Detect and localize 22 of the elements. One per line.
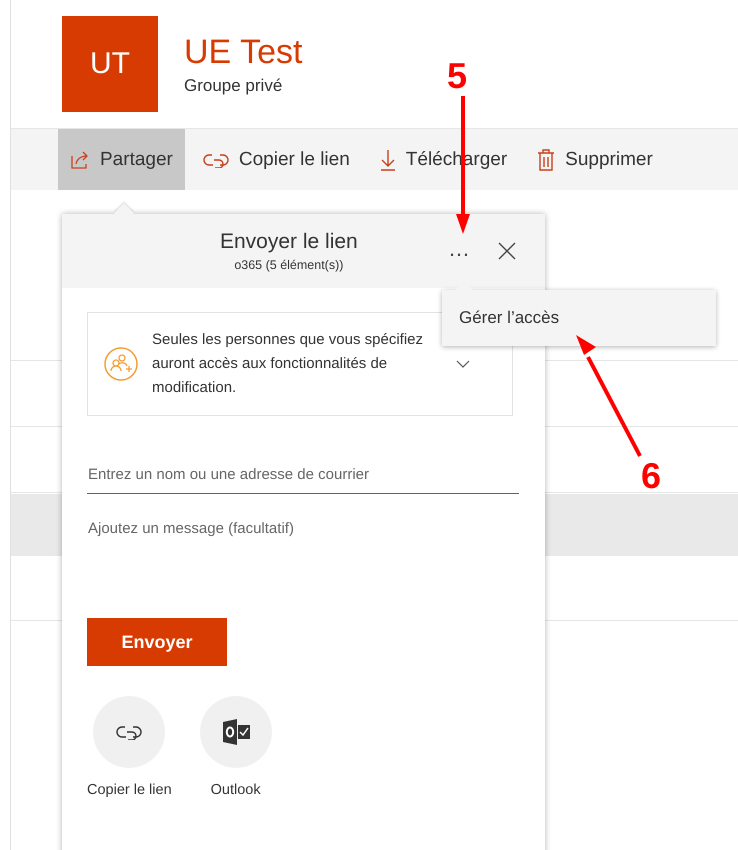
dialog-title: Envoyer le lien <box>220 230 358 254</box>
trash-icon <box>537 148 556 170</box>
dialog-subtitle: o365 (5 élément(s)) <box>234 258 344 272</box>
share-icon <box>70 150 90 170</box>
annotation-number: 5 <box>447 58 468 94</box>
chevron-down-icon <box>456 360 470 368</box>
toolbar-button[interactable]: Supprimer <box>525 129 665 190</box>
link-icon <box>116 724 142 740</box>
more-button[interactable]: … <box>444 236 474 262</box>
annotation-number: 6 <box>641 458 662 494</box>
toolbar-button[interactable]: Copier le lien <box>190 129 362 190</box>
download-icon <box>380 148 396 170</box>
send-button[interactable]: Envoyer <box>87 618 227 666</box>
group-logo: UT <box>62 16 158 112</box>
group-type: Groupe privé <box>184 76 284 96</box>
toolbar-button[interactable]: Partager <box>58 129 185 190</box>
mail-app-icon <box>220 718 251 746</box>
people-icon <box>104 347 138 381</box>
close-button[interactable] <box>498 242 516 260</box>
link-icon <box>202 152 229 168</box>
group-name: UE Test <box>184 32 302 72</box>
close-icon <box>498 242 516 260</box>
